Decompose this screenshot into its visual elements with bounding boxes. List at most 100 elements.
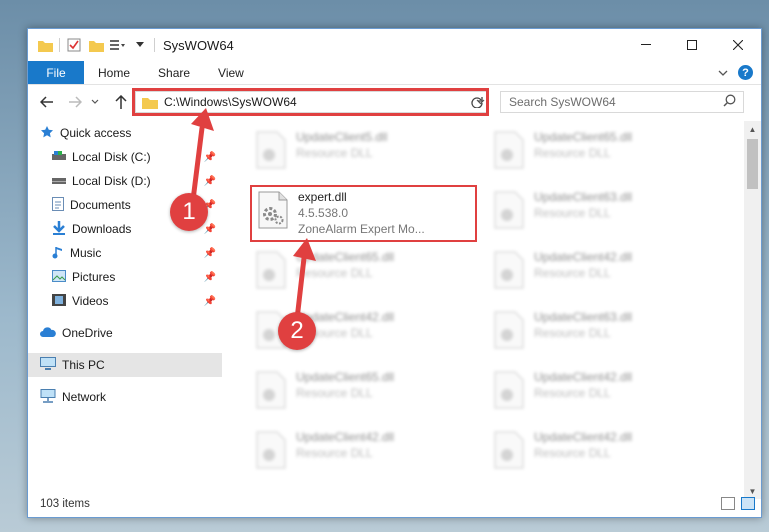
pin-icon[interactable]: 📌 <box>204 248 216 259</box>
dll-file-icon <box>494 431 524 469</box>
dll-file-icon <box>494 191 524 229</box>
ribbon-tabs: File Home Share View ? <box>28 61 761 85</box>
file-item[interactable]: UpdateClient42.dll Resource DLL <box>248 425 468 479</box>
search-icon[interactable] <box>723 94 743 110</box>
pin-icon[interactable]: 📌 <box>204 224 216 235</box>
file-name: UpdateClient63.dll <box>534 310 633 324</box>
sidebar-item-videos[interactable]: Videos 📌 <box>28 289 222 313</box>
folder-icon <box>37 37 53 53</box>
dll-file-icon <box>494 131 524 169</box>
explorer-window: SysWOW64 File Home Share View ? C:\Windo… <box>27 28 762 518</box>
toolbar-separator <box>59 38 60 52</box>
vertical-scrollbar[interactable]: ▲ ▼ <box>744 121 761 499</box>
sidebar-label: Pictures <box>72 270 116 284</box>
tab-file[interactable]: File <box>28 61 84 84</box>
back-button[interactable] <box>36 91 58 113</box>
sidebar-item-local-disk-d[interactable]: Local Disk (D:) 📌 <box>28 169 222 193</box>
file-name: UpdateClient42.dll <box>534 250 633 264</box>
search-input[interactable]: Search SysWOW64 <box>500 91 744 113</box>
pin-icon[interactable]: 📌 <box>204 272 216 283</box>
music-icon <box>52 245 64 262</box>
file-type: Resource DLL <box>534 386 611 400</box>
sidebar-item-music[interactable]: Music 📌 <box>28 241 222 265</box>
file-name: UpdateClient65.dll <box>296 370 395 384</box>
dll-file-icon <box>494 251 524 289</box>
sidebar-label: Network <box>62 390 107 404</box>
recent-locations-button[interactable] <box>88 91 102 113</box>
sidebar-label: Music <box>70 246 102 260</box>
dropdown-arrow-icon[interactable] <box>132 37 148 53</box>
forward-button[interactable] <box>64 91 86 113</box>
file-type: Resource DLL <box>534 266 611 280</box>
dll-file-icon <box>494 311 524 349</box>
file-name: UpdateClient65.dll <box>534 130 633 144</box>
new-folder-icon[interactable] <box>88 37 104 53</box>
videos-icon <box>52 293 66 309</box>
quick-access-toolbar <box>28 29 155 61</box>
window-title: SysWOW64 <box>163 37 234 53</box>
file-list: UpdateClient5.dll Resource DLL expert.dll… <box>238 121 738 491</box>
maximize-button[interactable] <box>669 29 715 61</box>
close-button[interactable] <box>715 29 761 61</box>
dll-file-icon <box>256 131 286 169</box>
search-placeholder: Search SysWOW64 <box>509 95 616 109</box>
sidebar-label: Quick access <box>60 126 132 140</box>
file-item[interactable]: UpdateClient65.dll Resource DLL <box>248 245 468 299</box>
customize-icon[interactable] <box>110 37 126 53</box>
file-item[interactable]: UpdateClient63.dll Resource DLL <box>486 305 706 359</box>
address-highlight-box <box>132 88 489 116</box>
drive-icon <box>52 150 66 164</box>
status-bar: 103 items <box>28 491 761 517</box>
file-name: UpdateClient42.dll <box>534 370 633 384</box>
cloud-icon <box>40 326 56 340</box>
file-type: Resource DLL <box>534 326 611 340</box>
dll-file-icon <box>494 371 524 409</box>
sidebar-item-local-disk-c[interactable]: Local Disk (C:) 📌 <box>28 145 222 169</box>
sidebar-item-pictures[interactable]: Pictures 📌 <box>28 265 222 289</box>
file-item[interactable]: UpdateClient42.dll Resource DLL <box>486 365 706 419</box>
file-item[interactable]: UpdateClient63.dll Resource DLL <box>486 185 706 239</box>
item-count: 103 items <box>40 498 90 510</box>
file-name: UpdateClient63.dll <box>534 190 633 204</box>
tab-share[interactable]: Share <box>144 61 204 84</box>
properties-icon[interactable] <box>66 37 82 53</box>
tab-view[interactable]: View <box>204 61 258 84</box>
sidebar-item-network[interactable]: Network <box>28 385 222 409</box>
network-icon <box>40 388 56 406</box>
sidebar-item-onedrive[interactable]: OneDrive <box>28 321 222 345</box>
up-button[interactable] <box>110 91 132 113</box>
file-type: Resource DLL <box>296 386 373 400</box>
tiles-view-icon[interactable] <box>741 497 755 510</box>
sidebar-item-this-pc[interactable]: This PC <box>28 353 222 377</box>
file-type: Resource DLL <box>296 146 373 160</box>
dll-file-icon <box>256 431 286 469</box>
file-type: Resource DLL <box>296 446 373 460</box>
tab-home[interactable]: Home <box>84 61 144 84</box>
file-name: UpdateClient42.dll <box>534 430 633 444</box>
file-highlight-box <box>250 185 477 242</box>
minimize-button[interactable] <box>623 29 669 61</box>
scroll-thumb[interactable] <box>747 139 758 189</box>
file-item[interactable]: UpdateClient65.dll Resource DLL <box>248 365 468 419</box>
expand-ribbon-icon[interactable] <box>718 66 728 80</box>
help-icon[interactable]: ? <box>738 65 753 80</box>
file-type: Resource DLL <box>534 206 611 220</box>
file-item[interactable]: UpdateClient42.dll Resource DLL <box>486 245 706 299</box>
scroll-up-arrow[interactable]: ▲ <box>744 121 761 137</box>
star-icon <box>40 125 54 142</box>
file-type: Resource DLL <box>296 266 373 280</box>
file-item[interactable]: UpdateClient5.dll Resource DLL <box>248 125 468 179</box>
ribbon-right-controls: ? <box>718 65 753 80</box>
file-type: Resource DLL <box>534 446 611 460</box>
navigation-pane: Quick access Local Disk (C:) 📌 Local Dis… <box>28 121 222 491</box>
file-item[interactable]: UpdateClient42.dll Resource DLL <box>486 425 706 479</box>
pin-icon[interactable]: 📌 <box>204 176 216 187</box>
pin-icon[interactable]: 📌 <box>204 152 216 163</box>
pin-icon[interactable]: 📌 <box>204 296 216 307</box>
sidebar-item-quick-access[interactable]: Quick access <box>28 121 222 145</box>
file-item[interactable]: UpdateClient65.dll Resource DLL <box>486 125 706 179</box>
details-view-icon[interactable] <box>721 497 735 510</box>
step-badge-1: 1 <box>170 193 208 231</box>
